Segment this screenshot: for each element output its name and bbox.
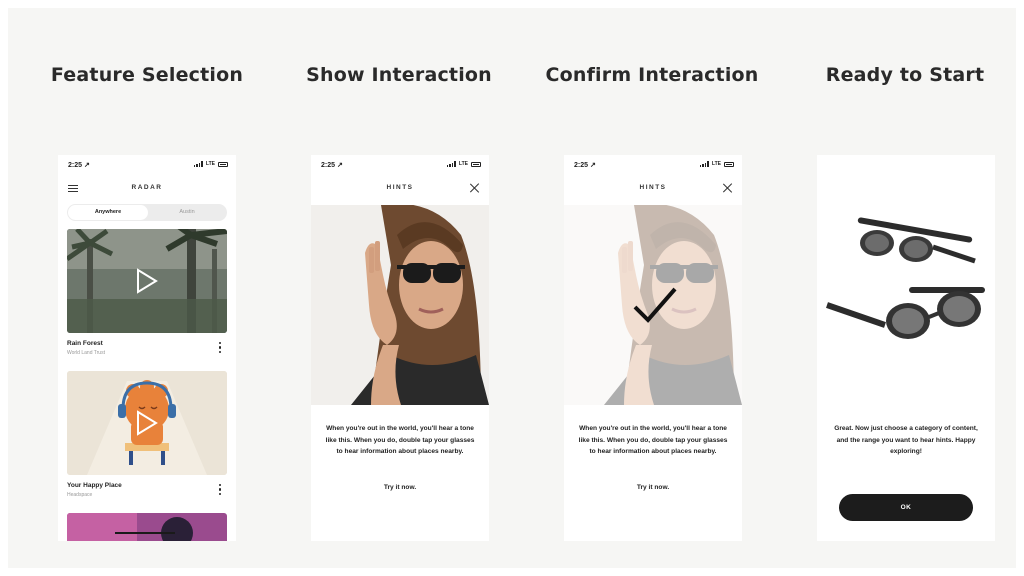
phone-hints-screen: 2:25 ↗ LTE HINTS When you're out in the … [311, 155, 489, 541]
play-icon[interactable] [136, 410, 158, 436]
ok-button[interactable]: OK [839, 494, 973, 521]
card-title: Rain Forest [67, 340, 103, 347]
rain-forest-thumbnail[interactable] [67, 229, 227, 333]
hints-title: HINTS [386, 184, 414, 191]
close-icon[interactable] [469, 182, 481, 194]
more-vertical-icon[interactable] [219, 484, 222, 495]
status-time: 2:25 ↗ [574, 162, 596, 169]
heading-ready-to-start: Ready to Start [825, 64, 985, 86]
signal-icon [699, 161, 709, 167]
status-bar: 2:25 ↗ LTE [58, 160, 236, 172]
try-it-now-label: Try it now. [636, 484, 670, 491]
status-time: 2:25 ↗ [321, 162, 343, 169]
signal-icon [446, 161, 456, 167]
network-label: LTE [458, 161, 468, 167]
tab-anywhere[interactable]: Anywhere [68, 205, 148, 220]
card-title: Your Happy Place [67, 482, 122, 489]
hints-body-text: When you're out in the world, you'll hea… [325, 425, 475, 456]
sunglasses-product-image [826, 217, 985, 339]
network-label: LTE [711, 161, 721, 167]
status-time: 2:25 ↗ [68, 162, 90, 169]
location-segmented-control: Anywhere Austin [67, 204, 227, 221]
network-label: LTE [205, 161, 215, 167]
heading-confirm-interaction: Confirm Interaction [545, 64, 759, 86]
slide-canvas: Feature Selection Show Interaction Confi… [8, 8, 1016, 568]
close-icon[interactable] [722, 182, 734, 194]
radar-title: RADAR [131, 184, 163, 191]
card-subtitle: World Land Trust [67, 350, 105, 356]
tab-austin[interactable]: Austin [148, 205, 226, 220]
try-it-now-label: Try it now. [383, 484, 417, 491]
signal-icon [193, 161, 203, 167]
woman-tapping-glasses-photo-faded [564, 205, 742, 405]
status-bar: 2:25 ↗ LTE [311, 160, 489, 172]
heading-feature-selection: Feature Selection [50, 64, 244, 86]
more-vertical-icon[interactable] [219, 342, 222, 353]
card-subtitle: Headspace [67, 492, 93, 498]
next-card-thumbnail[interactable] [67, 513, 227, 541]
ready-body-text: Great. Now just choose a category of con… [834, 425, 978, 456]
phone-confirm-screen: 2:25 ↗ LTE HINTS When you're out in the … [564, 155, 742, 541]
status-bar: 2:25 ↗ LTE [564, 160, 742, 172]
concert-image [67, 513, 227, 541]
woman-tapping-glasses-photo [311, 205, 489, 405]
phone-radar-screen: 2:25 ↗ LTE RADAR Anywhere Austin Rain Fo… [58, 155, 236, 541]
checkmark-icon [633, 287, 677, 323]
heading-show-interaction: Show Interaction [306, 64, 492, 86]
battery-icon [724, 161, 734, 167]
hints-title: HINTS [639, 184, 667, 191]
battery-icon [471, 161, 481, 167]
hints-body-text: When you're out in the world, you'll hea… [578, 425, 728, 456]
portrait-illustration [311, 205, 489, 405]
play-icon[interactable] [136, 268, 158, 294]
battery-icon [218, 161, 228, 167]
phone-ready-screen: Great. Now just choose a category of con… [817, 155, 995, 541]
happy-place-thumbnail[interactable] [67, 371, 227, 475]
